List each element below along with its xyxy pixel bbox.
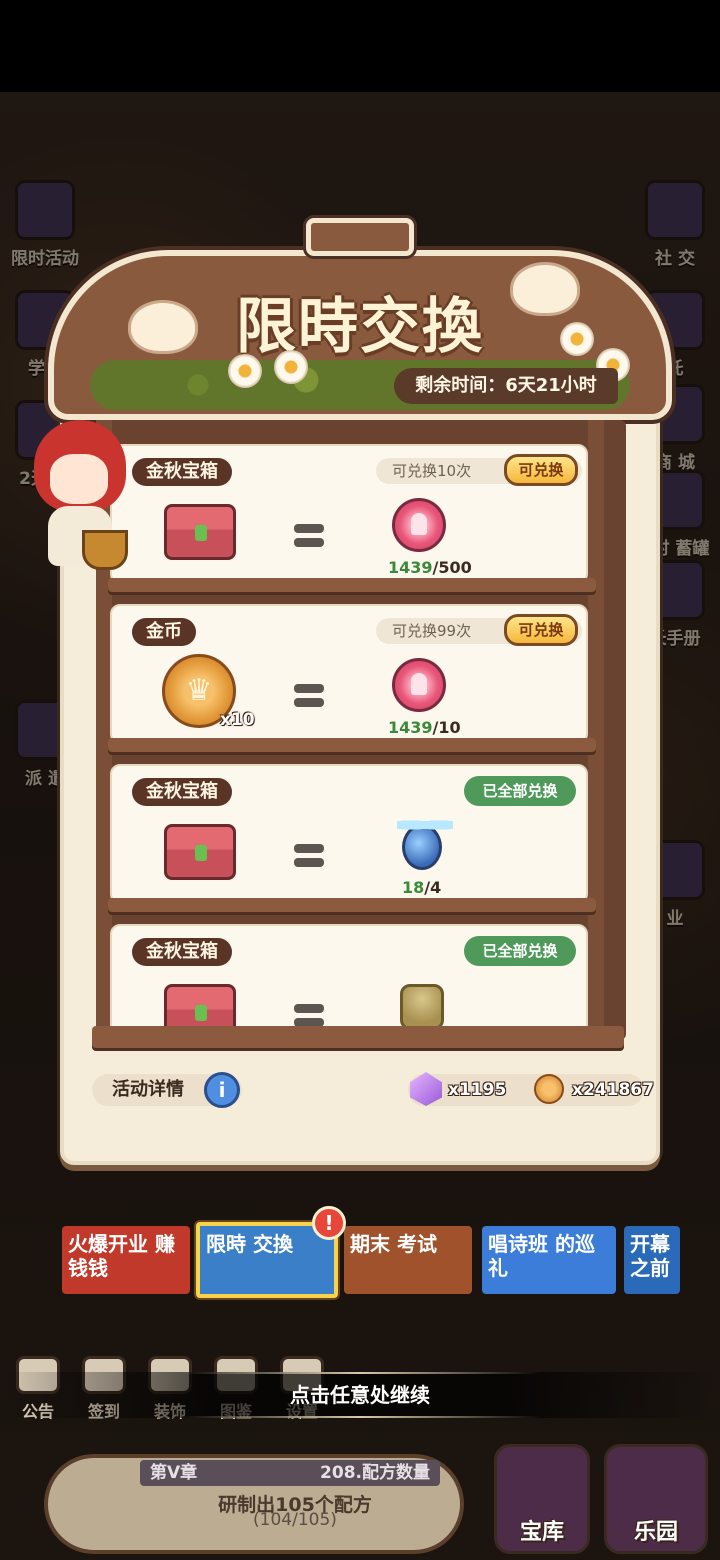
equals-icon (294, 524, 324, 548)
coin-icon (534, 1074, 564, 1104)
popup-title: 限時交換 (236, 292, 484, 362)
cost-progress: 18/4 (402, 878, 442, 897)
item-name: 金秋宝箱 (132, 938, 232, 966)
coin-amount: x241867 (572, 1080, 654, 1100)
chapter-progress-value: (104/105) (253, 1510, 337, 1530)
status-bar (0, 0, 720, 92)
event-banner-strip: 火爆开业 赚钱钱 限時 交換 期末 考试 唱诗班 的巡礼 开幕 之前 (60, 1222, 680, 1298)
shelf-plank (108, 738, 596, 752)
exchange-item: 金秋宝箱 已全部兑换 (110, 924, 588, 1028)
flower-icon (228, 354, 262, 388)
item-name: 金秋宝箱 (132, 458, 232, 486)
item-name: 金币 (132, 618, 196, 646)
recipe-count: 208.配方数量 (320, 1463, 430, 1483)
plant-pot-icon (82, 530, 128, 570)
gem-amount: x1195 (448, 1080, 507, 1100)
shelf-plank (108, 898, 596, 912)
chapter-header: 第V章 208.配方数量 (140, 1460, 440, 1486)
banner-choir-tour[interactable]: 唱诗班 的巡礼 (482, 1226, 616, 1294)
shelf-base (92, 1026, 624, 1048)
shelf-plank (108, 578, 596, 592)
sold-out-badge: 已全部兑换 (464, 936, 576, 966)
exchange-list[interactable]: 金秋宝箱 可兑换10次 可兑换 1439/500 金币 可兑换99次 可兑换 ♛… (110, 440, 590, 1028)
character-avatar (30, 420, 128, 570)
banner-before-opening[interactable]: 开幕 之前 (624, 1226, 680, 1294)
item-name: 金秋宝箱 (132, 778, 232, 806)
shelf-post (588, 420, 604, 1040)
equals-icon (294, 684, 324, 708)
chest-icon (164, 824, 236, 880)
flower-icon (274, 350, 308, 384)
exchange-item: 金秋宝箱 可兑换10次 可兑换 1439/500 (110, 444, 588, 584)
cost-progress: 1439/500 (388, 558, 472, 577)
flower-icon (560, 322, 594, 356)
info-icon[interactable]: i (204, 1072, 240, 1108)
alert-badge: ! (312, 1206, 346, 1240)
remaining-time: 剩余时间：6天21小时 (394, 368, 618, 404)
exchange-item: 金币 可兑换99次 可兑换 ♛ x10 1439/10 (110, 604, 588, 744)
item-quantity: x10 (220, 710, 255, 730)
chapter-label: 第V章 (150, 1463, 198, 1483)
exchange-item: 金秋宝箱 已全部兑换 18/4 (110, 764, 588, 904)
seed-bundle-icon (400, 984, 444, 1028)
chest-icon (164, 504, 236, 560)
bird-right-icon (510, 262, 580, 316)
treasury-label: 宝库 (519, 1520, 564, 1545)
equals-icon (294, 844, 324, 868)
equals-icon (294, 1004, 324, 1028)
cost-progress: 1439/10 (388, 718, 461, 737)
chest-icon (164, 984, 236, 1028)
pink-token-icon (392, 658, 446, 712)
sold-out-badge: 已全部兑换 (464, 776, 576, 806)
pink-token-icon (392, 498, 446, 552)
banner-final-exam[interactable]: 期末 考试 (344, 1226, 472, 1294)
blue-berry-icon (397, 817, 453, 870)
tap-to-continue[interactable]: 点击任意处继续 (0, 1372, 720, 1418)
exchange-button[interactable]: 可兑换 (504, 454, 578, 486)
banner-grand-opening[interactable]: 火爆开业 赚钱钱 (62, 1226, 190, 1294)
roof-knob (306, 218, 414, 256)
bird-left-icon (128, 300, 198, 354)
park-label: 乐园 (633, 1520, 678, 1545)
exchange-button[interactable]: 可兑换 (504, 614, 578, 646)
